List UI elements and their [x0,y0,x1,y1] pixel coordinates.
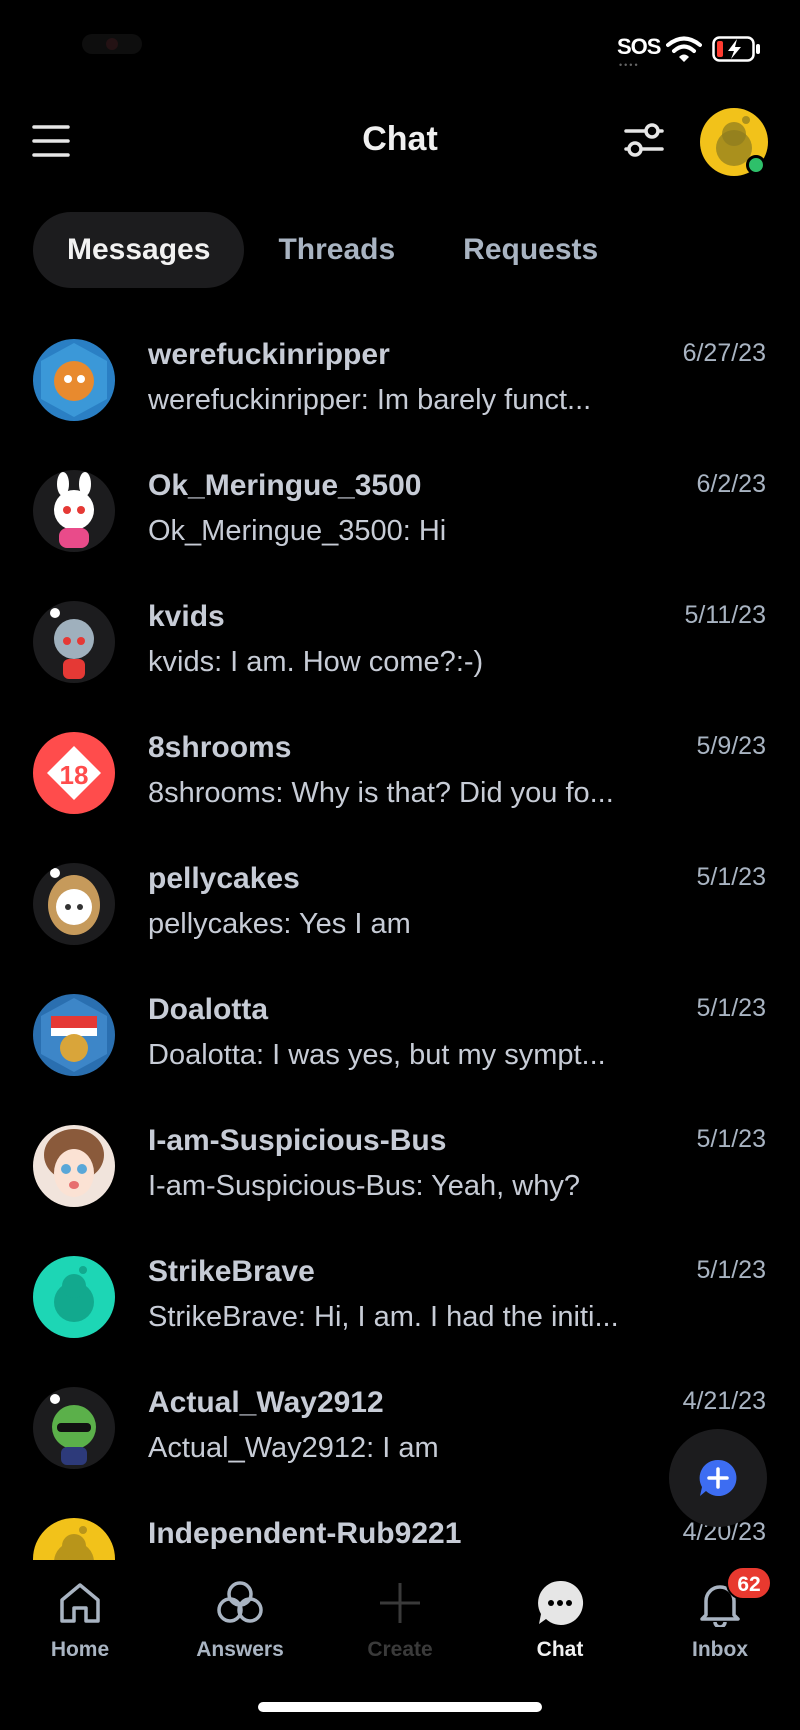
conversation-preview: StrikeBrave: Hi, I am. I had the initi..… [148,1301,619,1333]
plus-icon [380,1583,420,1623]
inbox-badge: 62 [726,1566,772,1600]
signal-dots-icon: •••• [619,60,640,70]
nav-label: Home [50,1638,110,1661]
nav-label: Create [367,1638,433,1661]
conversation-name: StrikeBrave [148,1255,315,1288]
conversation-name: 8shrooms [148,731,292,764]
conversation-row[interactable]: Doalotta Doalotta: I was yes, but my sym… [0,979,800,1110]
conversation-row[interactable]: pellycakes pellycakes: Yes I am 5/1/23 [0,848,800,979]
conversation-row[interactable]: Ok_Meringue_3500 Ok_Meringue_3500: Hi 6/… [0,455,800,586]
avatar [33,1518,115,1560]
conversation-name: I-am-Suspicious-Bus [148,1124,447,1157]
conversation-name: Ok_Meringue_3500 [148,469,422,502]
home-icon [60,1583,100,1623]
nav-create[interactable]: Create [320,1576,480,1662]
avatar [33,601,115,683]
conversation-row[interactable]: Independent-Rub9221 4/20/23 [0,1503,800,1560]
filter-icon[interactable] [622,120,666,160]
nav-label: Inbox [692,1638,748,1661]
conversation-row[interactable]: 18 8shrooms 8shrooms: Why is that? Did y… [0,717,800,848]
conversation-name: Doalotta [148,993,268,1026]
conversation-preview: kvids: I am. How come?:-) [148,646,484,678]
conversation-list[interactable]: werefuckinripper werefuckinripper: Im ba… [0,324,800,1560]
new-chat-button[interactable] [669,1429,767,1527]
nav-chat[interactable]: Chat [480,1576,640,1662]
camera-indicator-icon [82,34,142,54]
conversation-name: werefuckinripper [148,338,390,371]
conversation-row[interactable]: werefuckinripper werefuckinripper: Im ba… [0,324,800,455]
conversation-date: 5/1/23 [696,1125,766,1153]
conversation-name: kvids [148,600,225,633]
conversation-date: 5/9/23 [696,732,766,760]
online-status-icon [746,155,766,175]
new-chat-icon [699,1459,737,1496]
page-title: Chat [362,120,438,158]
nav-home[interactable]: Home [0,1576,160,1662]
avatar [33,1387,115,1469]
conversation-name: Actual_Way2912 [148,1386,384,1419]
conversation-date: 5/1/23 [696,994,766,1022]
avatar [33,470,115,552]
conversation-date: 5/11/23 [684,601,766,629]
conversation-row[interactable]: I-am-Suspicious-Bus I-am-Suspicious-Bus:… [0,1110,800,1241]
conversation-preview: pellycakes: Yes I am [148,908,411,940]
conversation-name: pellycakes [148,862,300,895]
conversation-name: Independent-Rub9221 [148,1517,462,1550]
answers-icon [217,1581,263,1623]
avatar [33,1256,115,1338]
conversation-preview: Actual_Way2912: I am [148,1432,439,1464]
nav-label: Answers [196,1638,284,1661]
nav-answers[interactable]: Answers [160,1576,320,1662]
conversation-preview: werefuckinripper: Im barely funct... [148,384,592,416]
avatar: 18 [33,732,115,814]
conversation-date: 6/27/23 [682,339,766,367]
tab-threads[interactable]: Threads [244,212,429,288]
avatar [33,994,115,1076]
conversation-date: 5/1/23 [696,863,766,891]
avatar [33,339,115,421]
nsfw-18-icon: 18 [60,760,89,790]
conversation-preview: I-am-Suspicious-Bus: Yeah, why? [148,1170,580,1202]
chat-tabs: Messages Threads Requests [33,212,632,288]
conversation-row[interactable]: StrikeBrave StrikeBrave: Hi, I am. I had… [0,1241,800,1372]
status-bar: SOS •••• [0,0,800,100]
battery-charging-icon [712,36,760,62]
avatar [33,1125,115,1207]
conversation-date: 4/21/23 [682,1387,766,1415]
conversation-preview: Doalotta: I was yes, but my sympt... [148,1039,606,1071]
tab-requests[interactable]: Requests [429,212,632,288]
sos-indicator: SOS [617,34,661,59]
tab-messages[interactable]: Messages [33,212,245,288]
conversation-date: 6/2/23 [696,470,766,498]
avatar [33,863,115,945]
wifi-icon [666,36,702,62]
nav-label: Chat [536,1638,584,1661]
nav-inbox[interactable]: 62 Inbox [640,1566,800,1662]
conversation-preview: Ok_Meringue_3500: Hi [148,515,447,547]
conversation-preview: 8shrooms: Why is that? Did you fo... [148,777,614,809]
conversation-date: 5/1/23 [696,1256,766,1284]
chat-bubble-icon [538,1580,584,1625]
conversation-row[interactable]: kvids kvids: I am. How come?:-) 5/11/23 [0,586,800,717]
home-indicator[interactable] [258,1702,542,1712]
